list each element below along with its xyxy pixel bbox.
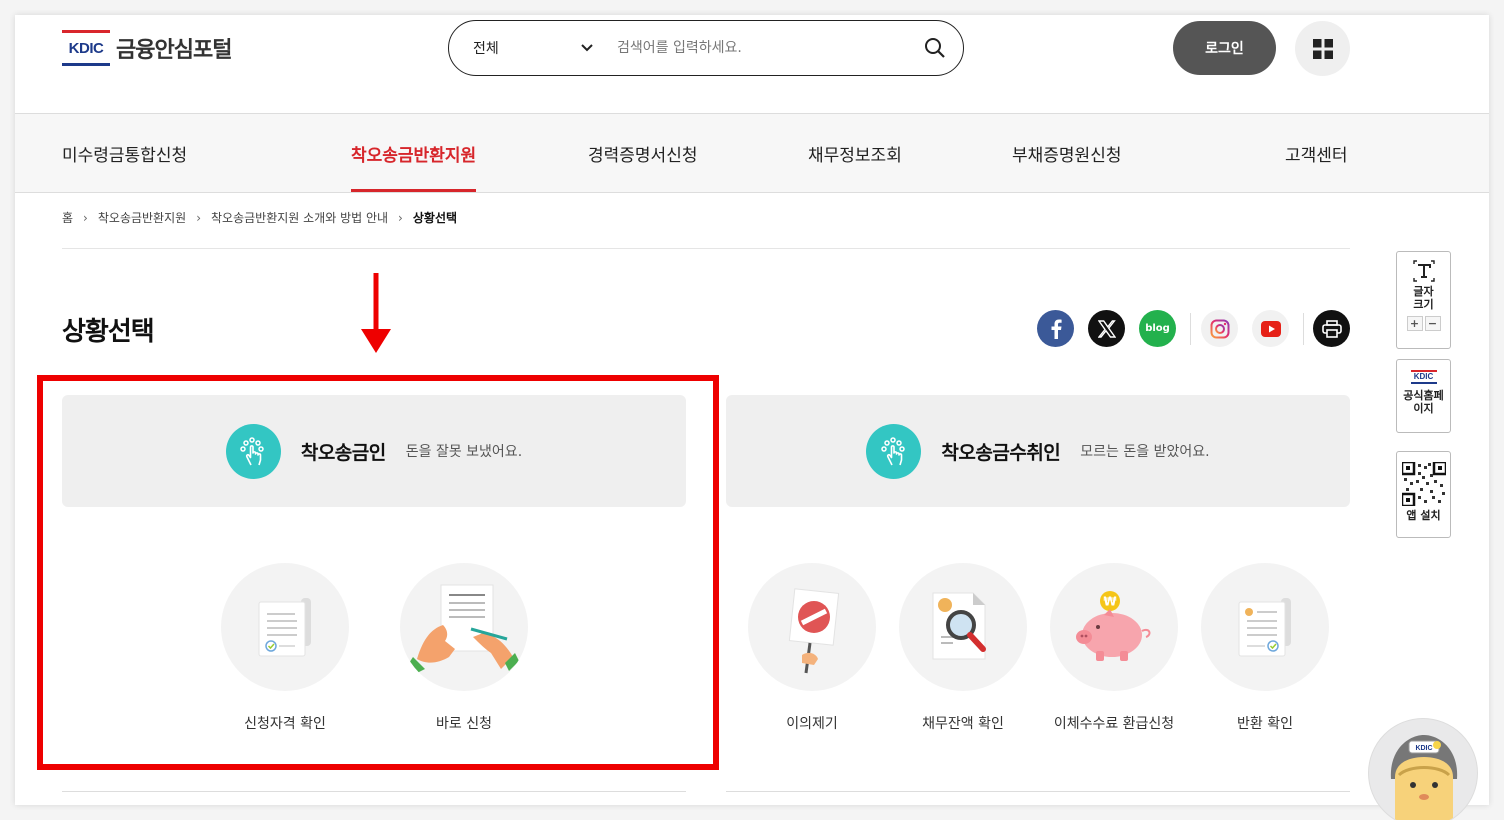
direct-apply-button[interactable]: 바로 신청 — [399, 563, 529, 733]
chevron-down-icon — [581, 41, 593, 55]
search-input[interactable] — [609, 40, 907, 56]
divider — [62, 791, 686, 792]
svg-text:₩: ₩ — [1103, 595, 1117, 609]
kdic-logo-mark: KDIC — [1410, 370, 1437, 384]
breadcrumb: 홈 › 착오송금반환지원 › 착오송금반환지원 소개와 방법 안내 › 상황선택 — [62, 209, 457, 226]
search-bar: 전체 — [448, 20, 964, 76]
hand-touch-icon — [225, 423, 281, 479]
document-check-icon — [1201, 563, 1329, 691]
sender-title: 착오송금인 — [300, 441, 386, 464]
font-size-control: 글자크기 + − — [1396, 251, 1451, 349]
main-navigation: 미수령금통합신청 착오송금반환지원 경력증명서신청 채무정보조회 부채증명원신청… — [15, 113, 1489, 193]
official-homepage-button[interactable]: KDIC 공식홈페이지 — [1396, 359, 1451, 433]
search-scope-value: 전체 — [473, 41, 499, 57]
chevron-right-icon: › — [196, 210, 201, 225]
eligibility-check-button[interactable]: 신청자격 확인 — [220, 563, 350, 733]
breadcrumb-item[interactable]: 착오송금반환지원 — [98, 209, 186, 226]
youtube-icon[interactable] — [1252, 310, 1289, 347]
svg-text:KDIC: KDIC — [1415, 745, 1432, 752]
debt-balance-check-button[interactable]: 채무잔액 확인 — [898, 563, 1028, 733]
no-sign-icon — [748, 563, 876, 691]
fee-refund-button[interactable]: ₩ 이체수수료 환급신청 — [1049, 563, 1179, 733]
action-label: 채무잔액 확인 — [922, 716, 1004, 732]
mascot-icon: KDIC — [1390, 735, 1458, 820]
font-size-label: 글자크기 — [1413, 285, 1434, 311]
site-logo[interactable]: KDIC 금융안심포털 — [62, 30, 232, 66]
grid-icon — [1312, 38, 1333, 59]
document-check-icon — [221, 563, 349, 691]
signing-document-icon — [400, 563, 528, 691]
qr-code-icon — [1401, 462, 1446, 506]
app-install-label: 앱 설치 — [1406, 509, 1441, 522]
action-label: 신청자격 확인 — [244, 716, 326, 732]
breadcrumb-item[interactable]: 착오송금반환지원 소개와 방법 안내 — [211, 209, 388, 226]
sender-desc: 돈을 잘못 보냈어요. — [405, 444, 523, 460]
divider — [726, 791, 1350, 792]
receiver-title: 착오송금수취인 — [941, 441, 1061, 464]
print-icon[interactable] — [1313, 310, 1350, 347]
action-label: 이체수수료 환급신청 — [1053, 716, 1175, 732]
x-icon[interactable] — [1088, 310, 1125, 347]
official-homepage-label: 공식홈페이지 — [1403, 389, 1444, 415]
divider — [62, 248, 1350, 249]
login-button[interactable]: 로그인 — [1173, 21, 1276, 75]
nav-item-customer-center[interactable]: 고객센터 — [1285, 114, 1348, 192]
chevron-right-icon: › — [398, 210, 403, 225]
text-size-icon — [1412, 260, 1435, 282]
magnifier-document-icon — [899, 563, 1027, 691]
nav-item-debt-info[interactable]: 채무정보조회 — [808, 114, 902, 192]
sender-card[interactable]: 착오송금인 돈을 잘못 보냈어요. — [62, 395, 686, 507]
return-check-button[interactable]: 반환 확인 — [1200, 563, 1330, 733]
action-label: 이의제기 — [786, 716, 838, 732]
receiver-desc: 모르는 돈을 받았어요. — [1080, 444, 1210, 460]
font-increase-button[interactable]: + — [1406, 316, 1423, 332]
piggy-bank-icon: ₩ — [1050, 563, 1178, 691]
all-menu-button[interactable] — [1295, 21, 1350, 76]
chevron-right-icon: › — [83, 210, 88, 225]
receiver-card[interactable]: 착오송금수취인 모르는 돈을 받았어요. — [726, 395, 1350, 507]
logo-text: 금융안심포털 — [116, 38, 232, 63]
nav-item-debt-certificate[interactable]: 부채증명원신청 — [1012, 114, 1121, 192]
divider — [1303, 313, 1304, 345]
search-button[interactable] — [907, 21, 963, 75]
nav-item-career-certificate[interactable]: 경력증명서신청 — [588, 114, 697, 192]
nav-item-unclaimed-funds[interactable]: 미수령금통합신청 — [62, 114, 187, 192]
app-install-button[interactable]: 앱 설치 — [1396, 451, 1451, 538]
page: KDIC 금융안심포털 전체 로그인 미수령금통합신청 착오송금반환지원 경력증… — [15, 15, 1489, 805]
font-decrease-button[interactable]: − — [1424, 316, 1441, 332]
chatbot-mascot-button[interactable]: KDIC — [1368, 718, 1478, 820]
action-label: 바로 신청 — [436, 716, 492, 732]
red-arrow-annotation — [361, 273, 391, 353]
facebook-icon[interactable] — [1037, 310, 1074, 347]
search-scope-select[interactable]: 전체 — [449, 38, 609, 58]
instagram-icon[interactable] — [1201, 310, 1238, 347]
search-icon — [925, 38, 945, 58]
kdic-logo-mark: KDIC — [62, 30, 110, 66]
breadcrumb-home[interactable]: 홈 — [62, 209, 73, 226]
blog-icon[interactable]: blog — [1139, 310, 1176, 347]
nav-item-mistaken-transfer[interactable]: 착오송금반환지원 — [351, 114, 477, 192]
action-label: 반환 확인 — [1237, 716, 1293, 732]
divider — [1190, 313, 1191, 345]
breadcrumb-current: 상황선택 — [412, 211, 458, 225]
objection-button[interactable]: 이의제기 — [747, 563, 877, 733]
hand-touch-icon — [866, 423, 922, 479]
page-title: 상황선택 — [62, 317, 155, 347]
